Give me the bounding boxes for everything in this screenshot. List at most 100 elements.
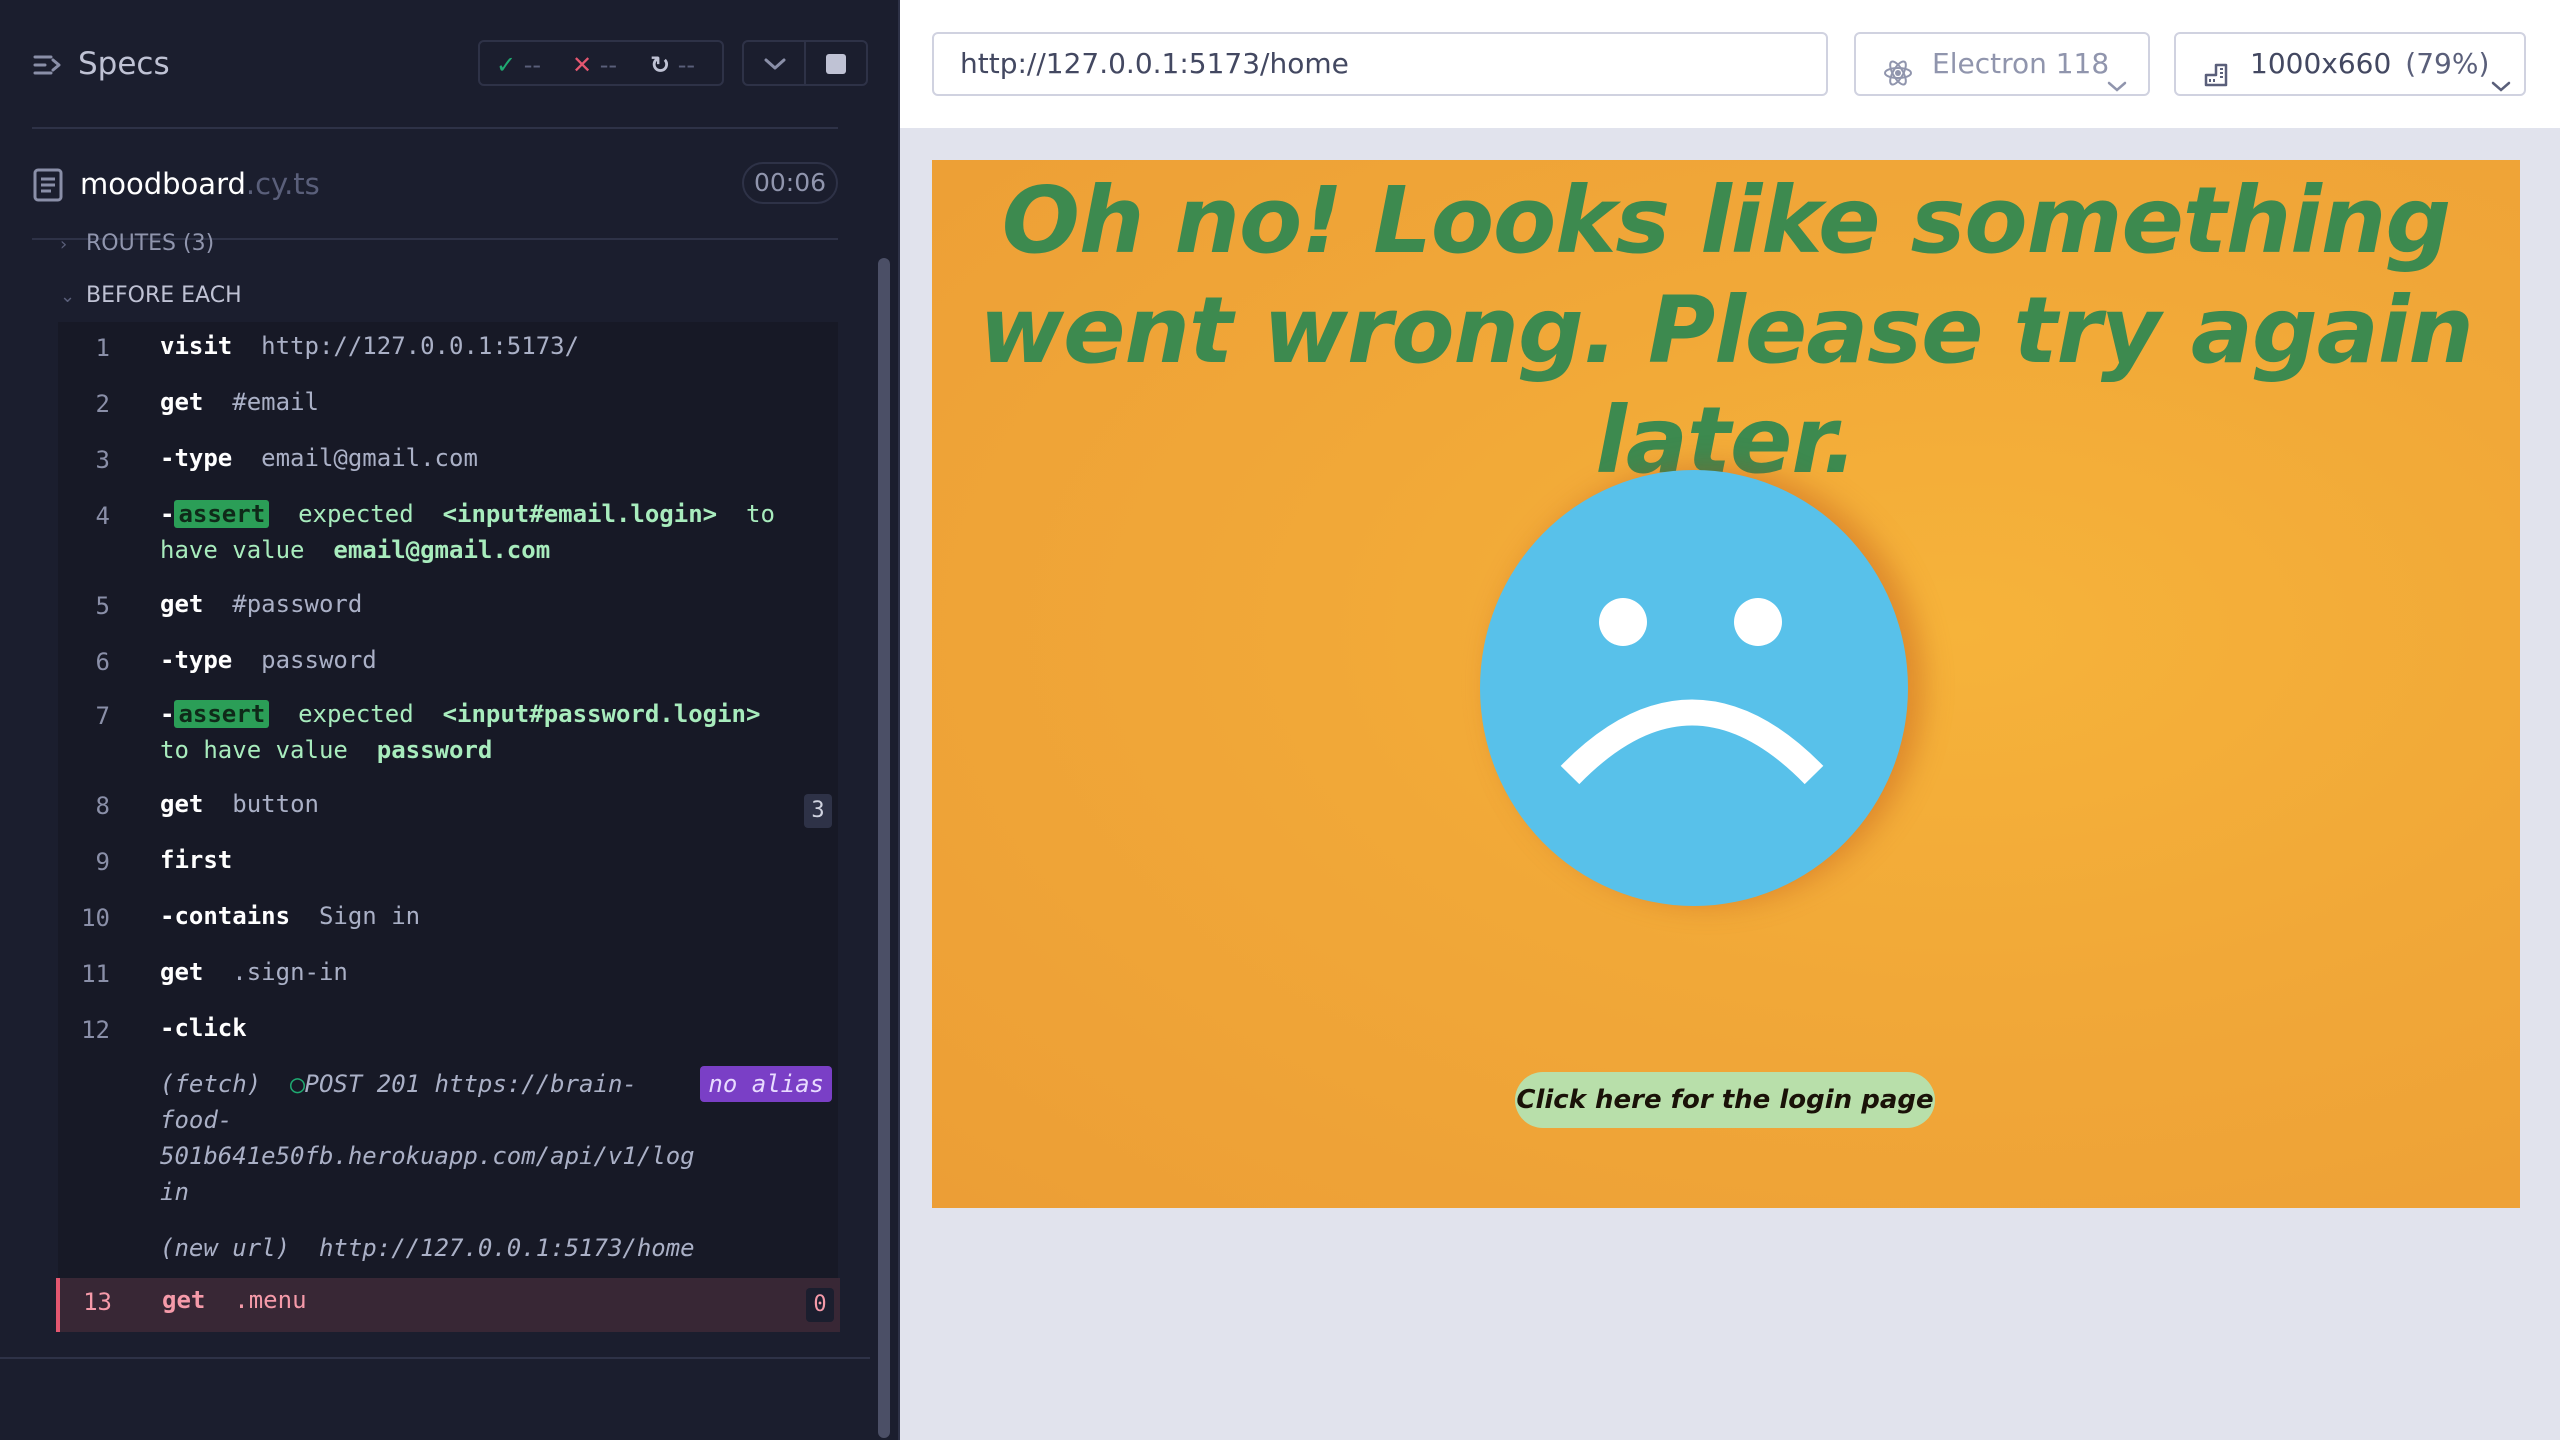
command-name: get <box>162 1286 206 1314</box>
routes-toggle[interactable]: › ROUTES (3) <box>60 231 214 257</box>
command-name: get <box>160 590 204 618</box>
spec-file-name: moodboard.cy.ts <box>80 167 320 201</box>
command-row[interactable]: 9 first <box>58 838 838 894</box>
command-row[interactable]: 8 get button 3 <box>58 782 838 838</box>
command-name: -type <box>160 646 233 674</box>
command-number: 2 <box>95 390 110 418</box>
passed-count: ✓ -- <box>496 51 542 79</box>
spec-file-row[interactable]: moodboard.cy.ts 00:06 <box>0 150 880 220</box>
command-row[interactable]: 6 -type password <box>58 638 838 694</box>
command-name: get <box>160 388 204 416</box>
command-row[interactable]: 10 -contains Sign in <box>58 894 838 950</box>
scrollbar-thumb[interactable] <box>878 258 890 1438</box>
command-arg: #password <box>232 590 363 618</box>
zoom-level: (79%) <box>2405 47 2490 80</box>
new-url-row[interactable]: (new url) http://127.0.0.1:5173/home <box>58 1226 838 1276</box>
command-number: 6 <box>95 648 110 676</box>
spinner-icon: ↻ <box>650 51 671 79</box>
command-number: 13 <box>83 1288 112 1316</box>
command-number: 12 <box>81 1016 110 1044</box>
reporter-header: Specs ✓ -- ✕ -- ↻ -- <box>0 0 900 128</box>
divider <box>32 127 838 129</box>
command-arg: button <box>232 790 319 818</box>
browser-label: Electron 118 <box>1932 47 2110 80</box>
test-stats: ✓ -- ✕ -- ↻ -- <box>478 40 724 86</box>
alias-badge: no alias <box>700 1066 832 1102</box>
command-number: 9 <box>95 848 110 876</box>
divider <box>0 1357 870 1359</box>
command-row[interactable]: 11 get .sign-in <box>58 950 838 1006</box>
command-row[interactable]: 3 -type email@gmail.com <box>58 436 838 492</box>
fetch-request: POST 201 https://brain- <box>304 1070 637 1098</box>
command-arg: email@gmail.com <box>261 444 478 472</box>
app-under-test-panel: http://127.0.0.1:5173/home Electron 118 … <box>900 0 2560 1440</box>
new-url-label: (new url) <box>160 1234 291 1262</box>
new-url-value: http://127.0.0.1:5173/home <box>318 1234 695 1262</box>
aut-header: http://127.0.0.1:5173/home Electron 118 … <box>900 0 2560 128</box>
command-arg: .sign-in <box>232 958 348 986</box>
browser-selector[interactable]: Electron 118 <box>1854 32 2150 96</box>
sad-face-icon <box>1560 598 1824 785</box>
chevron-down-icon <box>2490 56 2512 116</box>
element-count-badge: 3 <box>804 794 832 828</box>
command-row[interactable]: 2 get #email <box>58 380 838 436</box>
command-name: get <box>160 958 204 986</box>
command-row[interactable]: 12 -click <box>58 1006 838 1062</box>
toggle-auto-scroll-button[interactable] <box>742 40 806 86</box>
chevron-down-icon <box>2106 56 2128 116</box>
sad-face-image <box>1480 470 1908 906</box>
electron-icon <box>1882 50 1914 110</box>
command-number: 7 <box>95 702 110 730</box>
command-name: first <box>160 846 233 874</box>
fetch-label: (fetch) <box>160 1070 262 1098</box>
command-arg: #email <box>232 388 319 416</box>
command-row-failed[interactable]: 13 get .menu 0 <box>56 1278 840 1332</box>
assert-row[interactable]: 7 - assert expected <input#password.login… <box>58 692 838 782</box>
circle-icon: ◯ <box>290 1070 305 1098</box>
command-number: 1 <box>95 334 110 362</box>
command-number: 3 <box>95 446 110 474</box>
command-list: 1 visit http://127.0.0.1:5173/ 2 get #em… <box>56 322 840 1332</box>
command-name: -type <box>160 444 233 472</box>
specs-list-icon[interactable] <box>33 50 63 80</box>
command-number: 11 <box>81 960 110 988</box>
command-arg: http://127.0.0.1:5173/ <box>261 332 580 360</box>
command-arg: .menu <box>234 1286 307 1314</box>
command-name: -click <box>160 1014 247 1042</box>
url-bar[interactable]: http://127.0.0.1:5173/home <box>932 32 1828 96</box>
chevron-right-icon: › <box>60 234 68 255</box>
command-arg: password <box>261 646 377 674</box>
viewport-selector[interactable]: 1000x660 (79%) <box>2174 32 2526 96</box>
stop-button[interactable] <box>804 40 868 86</box>
command-row[interactable]: 5 get #password <box>58 582 838 638</box>
element-count-badge: 0 <box>806 1288 834 1322</box>
command-name: visit <box>160 332 233 360</box>
command-number: 8 <box>95 792 110 820</box>
stop-icon <box>826 54 846 74</box>
spec-duration: 00:06 <box>742 162 838 204</box>
command-number: 10 <box>81 904 110 932</box>
error-message: Oh no! Looks like something went wrong. … <box>979 167 2474 494</box>
ruler-icon <box>2202 50 2234 110</box>
command-number: 5 <box>95 592 110 620</box>
chevron-down-icon <box>764 58 786 70</box>
chevron-down-icon: ⌄ <box>60 286 76 307</box>
check-icon: ✓ <box>496 51 517 79</box>
before-each-toggle[interactable]: ⌄ BEFORE EACH <box>60 283 242 308</box>
fetch-row[interactable]: (fetch) ◯POST 201 https://brain- food- 5… <box>58 1066 838 1216</box>
command-row[interactable]: 1 visit http://127.0.0.1:5173/ <box>58 324 838 380</box>
x-icon: ✕ <box>572 51 593 79</box>
failed-count: ✕ -- <box>572 51 618 79</box>
app-iframe: Oh no! Looks like something went wrong. … <box>932 160 2520 1208</box>
assert-badge: assert <box>174 700 270 728</box>
command-name: -contains <box>160 902 291 930</box>
command-name: get <box>160 790 204 818</box>
specs-title[interactable]: Specs <box>78 46 170 82</box>
assert-row[interactable]: 4 - assert expected <input#email.login> t… <box>58 492 838 582</box>
pending-count: ↻ -- <box>650 51 696 79</box>
assert-badge: assert <box>174 500 270 528</box>
command-number: 4 <box>95 502 110 530</box>
document-icon <box>33 168 63 206</box>
command-log-panel: Specs ✓ -- ✕ -- ↻ -- moodboard.cy.ts 00:… <box>0 0 900 1440</box>
login-page-button[interactable]: Click here for the login page <box>1515 1072 1935 1128</box>
